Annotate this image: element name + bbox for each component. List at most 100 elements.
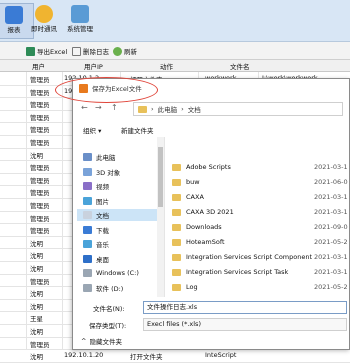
file-name: HoteamSoft [186,238,225,246]
nav-item[interactable]: 软件 (D:) [83,282,123,294]
system-management-button[interactable]: 系统管理 [60,3,100,39]
table-cell-user: 沈明 [30,252,43,261]
table-cell-user: 沈明 [30,290,43,299]
file-list-item[interactable]: CAXA 2021-03-1 [166,191,350,203]
report-icon [5,6,23,24]
chevron-up-icon: ^ [81,337,87,345]
table-header: 用户 用户IP 动作 文件名 [0,60,350,72]
file-list: Adobe Scripts 2021-03-1 buw 2021-06-0 CAXA 20… [166,137,350,297]
file-name: CAXA 3D 2021 [186,208,234,216]
file-date: 2021-03-1 [314,268,348,276]
file-name: Log [186,283,198,291]
instant-messaging-button[interactable]: 即时通讯 [24,3,64,39]
image-icon [83,196,92,205]
nav-item[interactable]: 此电脑 [83,151,116,163]
nav-item[interactable]: 3D 对象 [83,166,120,178]
drive-icon [83,269,92,277]
forward-arrow-icon[interactable]: → [95,103,102,112]
filename-label: 文件名(N): [93,305,125,313]
table-cell-action: 打开文件夹 [130,353,163,362]
scrollbar-thumb[interactable] [158,147,163,207]
file-name: Adobe Scripts [186,163,231,171]
file-date: 2021-09-0 [314,223,348,231]
nav-item-label: 3D 对象 [96,168,121,177]
nav-item[interactable]: 桌面 [83,253,109,265]
nav-item-label: 此电脑 [96,154,116,162]
file-name: Integration Services Script Task [186,268,289,276]
file-date: 2021-03-1 [314,193,348,201]
table-cell-user: 管理员 [30,214,50,223]
delete-log-button[interactable]: 删除日志 [72,45,109,57]
column-header-filename[interactable]: 文件名 [230,61,250,71]
file-list-item[interactable]: Integration Services Script Task 2021-03-… [166,266,350,278]
table-cell-user: 管理员 [30,189,50,198]
folder-icon [172,254,181,261]
file-list-item[interactable]: Log 2021-05-2 [166,281,350,293]
app-toolbar: 报表 即时通讯 系统管理 [0,0,350,42]
column-header-ip[interactable]: 用户IP [84,61,103,71]
address-bar[interactable]: › 此电脑 › 文档 [133,102,343,116]
folder-icon [172,239,181,246]
drive-icon [83,283,92,292]
table-cell-user: 王星 [30,315,43,324]
table-cell-user: 管理员 [30,340,50,349]
system-management-label: 系统管理 [67,25,93,33]
file-date: 2021-03-1 [314,208,348,216]
nav-item-label: 文档 [96,212,109,220]
file-list-item[interactable]: Adobe Scripts 2021-03-1 [166,161,350,173]
refresh-icon [113,46,122,56]
table-cell-user: 管理员 [30,126,50,135]
folder-icon [172,194,181,201]
nav-item-label: 软件 (D:) [96,284,124,293]
folder-icon [172,164,181,171]
file-list-item[interactable]: CAXA 3D 2021 2021-03-1 [166,206,350,218]
file-name: Integration Services Script Component [186,253,313,261]
export-excel-button[interactable]: 导出Excel [26,45,67,57]
nav-item[interactable]: 图片 [83,195,109,207]
table-row[interactable]: 沈明 192.10.1.20 打开文件夹 InteScript [0,349,350,363]
refresh-button[interactable]: 刷新 [113,45,137,57]
column-header-user[interactable]: 用户 [32,61,45,71]
folder-icon [172,209,181,216]
breadcrumb-documents[interactable]: 文档 [188,104,201,114]
folder-icon [172,179,181,186]
organize-button[interactable]: 组织 ▾ [83,125,101,135]
nav-item[interactable]: 文档 [77,209,157,221]
table-cell-user: 沈明 [30,328,43,336]
table-cell-user: 管理员 [30,227,50,236]
table-cell-user: 管理员 [30,76,50,84]
highlight-circle [55,77,158,103]
refresh-label: 刷新 [124,48,137,56]
export-excel-label: 导出Excel [37,48,68,56]
table-cell-ip: 192.10.1.20 [64,351,104,360]
filetype-label: 保存类型(T): [89,322,127,330]
table-cell-user: 沈明 [30,353,43,362]
up-arrow-icon[interactable]: ↑ [111,103,118,112]
file-date: 2021-05-2 [314,238,348,246]
table-cell-user: 管理员 [30,113,50,122]
computer-icon [83,153,92,161]
instant-messaging-label: 即时通讯 [31,25,57,33]
file-list-item[interactable]: Integration Services Script Component 202… [166,251,350,263]
file-list-item[interactable]: HoteamSoft 2021-05-2 [166,236,350,248]
filetype-select[interactable]: Execl files (*.xls) [143,318,347,331]
nav-item-label: Windows (C:) [96,269,139,277]
nav-item[interactable]: 下载 [83,224,109,236]
breadcrumb-this-pc[interactable]: 此电脑 [158,104,178,114]
folder-icon [172,269,181,276]
nav-item[interactable]: 视频 [83,180,109,192]
file-date: 2021-03-1 [314,253,348,261]
nav-item[interactable]: Windows (C:) [83,267,139,279]
column-header-action[interactable]: 动作 [160,61,173,71]
navigation-pane: 此电脑 3D 对象视频图片文档下载音乐桌面 Windows (C:) 软件 (D:) [73,137,165,297]
table-cell-user: 管理员 [30,176,50,185]
nav-scrollbar[interactable] [157,137,164,297]
folder-icon [172,224,181,231]
back-arrow-icon[interactable]: ← [81,103,88,112]
file-list-item[interactable]: buw 2021-06-0 [166,176,350,188]
hide-folders-toggle[interactable]: ^ 隐藏文件夹 [81,336,122,346]
nav-item[interactable]: 音乐 [83,238,109,250]
file-list-item[interactable]: Downloads 2021-09-0 [166,221,350,233]
new-folder-button[interactable]: 新建文件夹 [121,125,154,135]
filename-input[interactable]: 文件操作日志.xls [143,301,347,314]
